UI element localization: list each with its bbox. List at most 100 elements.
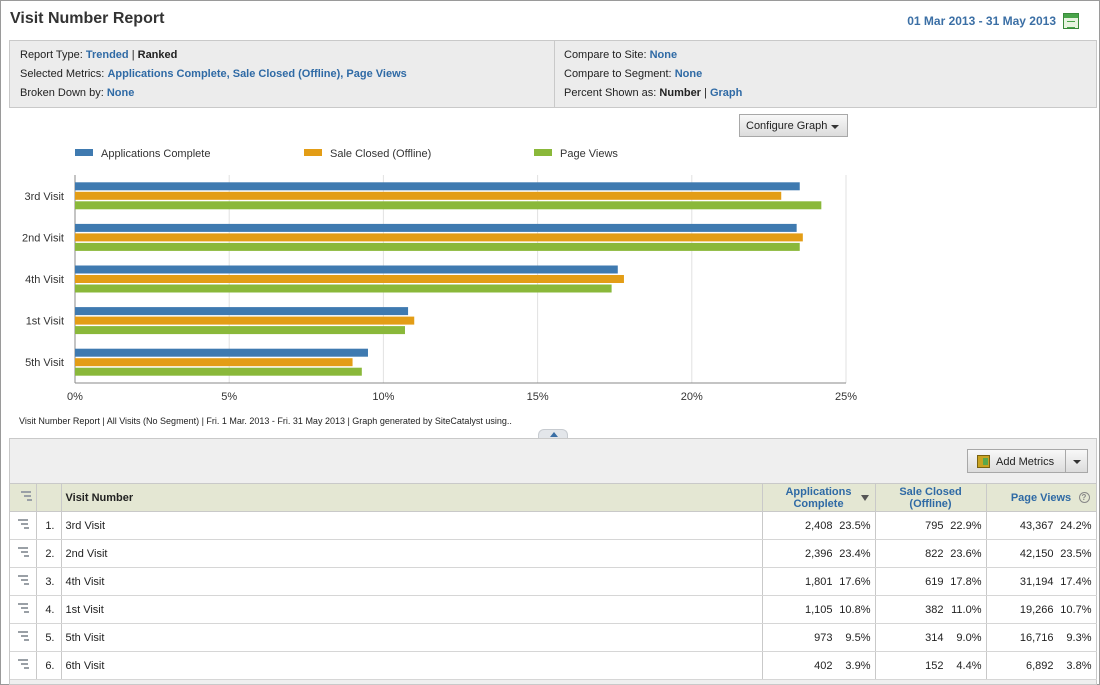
row-page-views: 16,716 9.3% <box>986 623 1097 652</box>
row-sale-closed: 619 17.8% <box>875 567 987 596</box>
row-applications-complete: 2,396 23.4% <box>762 539 876 568</box>
row-visit-number[interactable]: 6th Visit <box>61 651 763 680</box>
row-visit-number[interactable]: 1st Visit <box>61 595 763 624</box>
header-page-views-label: Page Views <box>1010 491 1072 504</box>
row-page-views: 43,367 24.2% <box>986 511 1097 540</box>
breakdown-icon[interactable] <box>18 518 30 530</box>
broken-down-label: Broken Down by: <box>20 87 104 99</box>
bar <box>75 191 782 200</box>
bar <box>75 307 409 316</box>
row-sale-closed: 152 4.4% <box>875 651 987 680</box>
header-applications-complete-label: Applications Complete <box>785 485 852 510</box>
configure-graph-button[interactable]: Configure Graph <box>739 114 848 137</box>
date-range-link[interactable]: 01 Mar 2013 - 31 May 2013 <box>907 14 1056 28</box>
header-applications-complete[interactable]: Applications Complete <box>762 483 876 512</box>
table-row[interactable]: 3. 4th Visit 1,801 17.6% 619 17.8% 31,194 17.4% <box>10 567 1097 596</box>
row-applications-complete: 1,801 17.6% <box>762 567 876 596</box>
add-metrics-button[interactable]: Add Metrics <box>967 449 1066 473</box>
selected-metrics-label: Selected Metrics: <box>20 68 105 80</box>
report-type-trended-link[interactable]: Trended <box>86 49 129 61</box>
row-visit-number[interactable]: 2nd Visit <box>61 539 763 568</box>
row-breakdown-cell[interactable] <box>10 623 37 652</box>
header-breakdown-icon-cell[interactable] <box>10 483 37 512</box>
header-page-views[interactable]: Page Views ? <box>986 483 1097 512</box>
report-table: Visit Number Applications Complete Sale … <box>10 483 1097 680</box>
separator: | <box>704 87 707 99</box>
percent-graph-link[interactable]: Graph <box>710 87 742 99</box>
table-row[interactable]: 6. 6th Visit 402 3.9% 152 4.4% 6,892 3.8% <box>10 651 1097 680</box>
compare-site-label: Compare to Site: <box>564 49 647 61</box>
breakdown-icon[interactable] <box>18 630 30 642</box>
table-row[interactable]: 4. 1st Visit 1,105 10.8% 382 11.0% 19,266 10.7% <box>10 595 1097 624</box>
row-sale-closed: 314 9.0% <box>875 623 987 652</box>
bar <box>75 348 368 357</box>
bar <box>75 242 800 251</box>
compare-segment-row: Compare to Segment: None <box>564 68 702 80</box>
legend-item-applications-complete: Applications Complete <box>75 148 210 160</box>
row-breakdown-cell[interactable] <box>10 651 37 680</box>
row-percent: 10.8% <box>839 604 871 616</box>
table-row[interactable]: 2. 2nd Visit 2,396 23.4% 822 23.6% 42,150 23.5% <box>10 539 1097 568</box>
row-breakdown-cell[interactable] <box>10 567 37 596</box>
compare-site-link[interactable]: None <box>650 49 678 61</box>
report-type-label: Report Type: <box>20 49 83 61</box>
row-breakdown-cell[interactable] <box>10 511 37 540</box>
percent-number: Number <box>659 87 701 99</box>
breakdown-icon[interactable] <box>20 490 33 502</box>
row-applications-complete: 1,105 10.8% <box>762 595 876 624</box>
x-tick-label: 20% <box>681 391 703 403</box>
configure-graph-label: Configure Graph <box>746 120 828 132</box>
row-breakdown-cell[interactable] <box>10 539 37 568</box>
header-rank <box>36 483 62 512</box>
x-tick-label: 0% <box>67 391 83 403</box>
table-header-row: Visit Number Applications Complete Sale … <box>10 483 1097 512</box>
bar <box>75 223 797 232</box>
breakdown-icon[interactable] <box>18 602 30 614</box>
broken-down-link[interactable]: None <box>107 87 135 99</box>
broken-down-row: Broken Down by: None <box>20 87 134 99</box>
table-row[interactable]: 5. 5th Visit 973 9.5% 314 9.0% 16,716 9.3% <box>10 623 1097 652</box>
row-visit-number[interactable]: 3rd Visit <box>61 511 763 540</box>
row-rank: 4. <box>36 595 62 624</box>
row-rank: 2. <box>36 539 62 568</box>
calendar-icon[interactable] <box>1063 13 1079 29</box>
settings-divider <box>554 41 555 107</box>
breakdown-icon[interactable] <box>18 546 30 558</box>
bar <box>75 182 800 191</box>
separator: | <box>131 49 135 61</box>
legend-label: Page Views <box>560 148 618 160</box>
report-settings-panel: Report Type: Trended | Ranked Selected M… <box>9 40 1097 108</box>
compare-segment-label: Compare to Segment: <box>564 68 672 80</box>
row-sale-closed: 382 11.0% <box>875 595 987 624</box>
row-value: 795 <box>925 520 944 532</box>
report-header: Visit Number Report 01 Mar 2013 - 31 May… <box>0 0 1100 40</box>
header-visit-number[interactable]: Visit Number <box>61 483 763 512</box>
page-title: Visit Number Report <box>10 10 165 27</box>
x-tick-label: 10% <box>372 391 394 403</box>
header-sale-closed[interactable]: Sale Closed (Offline) <box>875 483 987 512</box>
bar <box>75 201 822 210</box>
row-value: 973 <box>814 632 833 644</box>
row-sale-closed: 822 23.6% <box>875 539 987 568</box>
breakdown-icon[interactable] <box>18 574 30 586</box>
row-visit-number[interactable]: 5th Visit <box>61 623 763 652</box>
x-tick-label: 15% <box>527 391 549 403</box>
legend-item-page-views: Page Views <box>534 148 618 160</box>
breakdown-icon[interactable] <box>18 658 30 670</box>
row-page-views: 42,150 23.5% <box>986 539 1097 568</box>
compare-segment-link[interactable]: None <box>675 68 703 80</box>
row-percent: 9.0% <box>956 632 982 644</box>
help-icon[interactable]: ? <box>1078 492 1090 503</box>
y-category-label: 2nd Visit <box>22 232 64 244</box>
add-metrics-dropdown[interactable] <box>1065 449 1088 473</box>
row-rank: 1. <box>36 511 62 540</box>
header-sale-closed-label: Sale Closed (Offline) <box>899 485 962 510</box>
selected-metrics-link[interactable]: Applications Complete, Sale Closed (Offl… <box>107 68 406 80</box>
row-value: 43,367 <box>1019 520 1054 532</box>
row-applications-complete: 2,408 23.5% <box>762 511 876 540</box>
row-visit-number[interactable]: 4th Visit <box>61 567 763 596</box>
table-row[interactable]: 1. 3rd Visit 2,408 23.5% 795 22.9% 43,367 24.2% <box>10 511 1097 540</box>
row-percent: 10.7% <box>1060 604 1092 616</box>
row-value: 152 <box>925 660 944 672</box>
row-breakdown-cell[interactable] <box>10 595 37 624</box>
